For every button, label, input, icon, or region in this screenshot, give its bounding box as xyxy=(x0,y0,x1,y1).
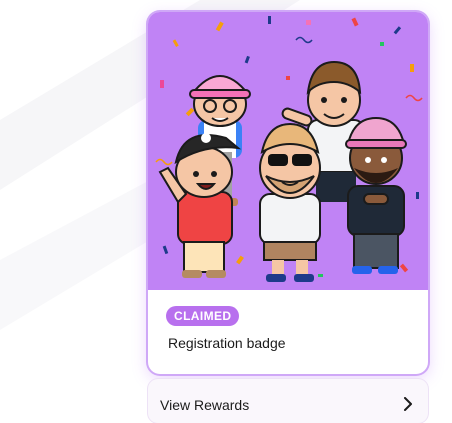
badge-artwork xyxy=(148,12,428,290)
chevron-right-icon xyxy=(404,397,412,411)
badge-card[interactable]: CLAIMED Registration badge xyxy=(148,12,428,374)
character-right xyxy=(345,116,407,274)
claimed-status-badge: CLAIMED xyxy=(166,306,240,326)
view-rewards-button[interactable]: View Rewards xyxy=(148,379,428,423)
view-rewards-label: View Rewards xyxy=(160,397,250,413)
character-sunglasses xyxy=(259,122,321,282)
badge-title: Registration badge xyxy=(168,335,286,351)
